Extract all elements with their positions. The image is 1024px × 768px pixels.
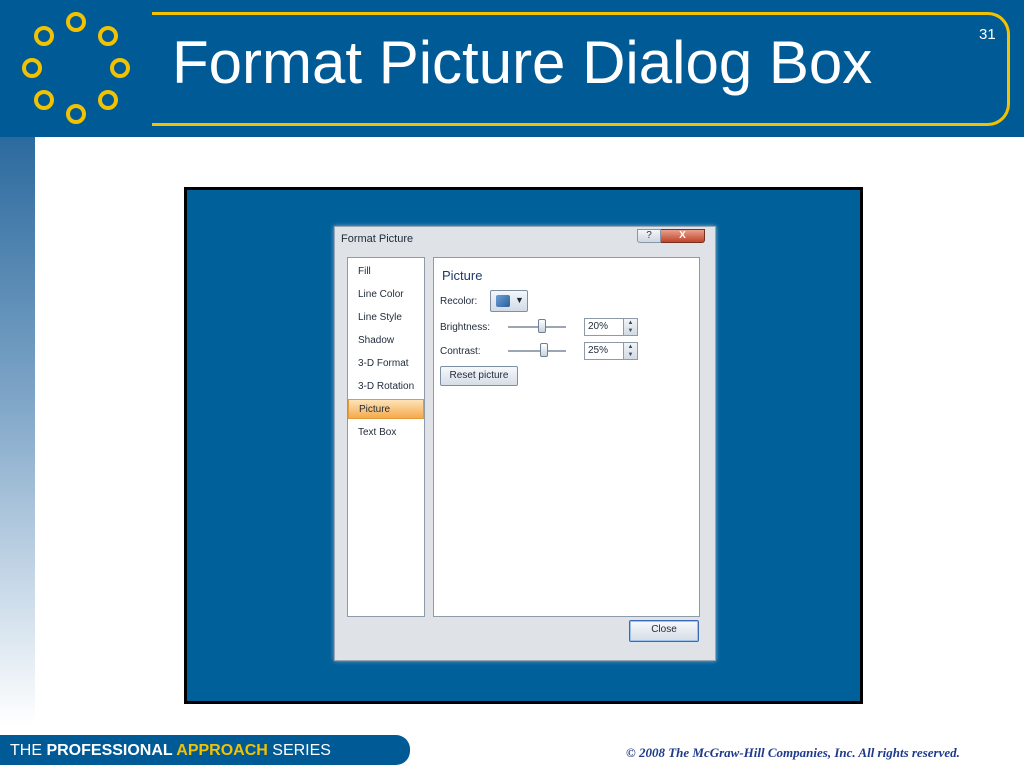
series-series: SERIES (267, 742, 331, 759)
category-shadow[interactable]: Shadow (348, 331, 424, 351)
category-text-box[interactable]: Text Box (348, 423, 424, 443)
contrast-value: 25% (588, 345, 609, 356)
dialog-controls: ? X (637, 229, 705, 243)
series-the: THE (10, 742, 47, 759)
category-list: Fill Line Color Line Style Shadow 3-D Fo… (347, 257, 425, 617)
brightness-slider-thumb[interactable] (538, 319, 546, 333)
gold-circles-logo (22, 12, 130, 124)
contrast-label: Contrast: (440, 346, 481, 357)
close-button[interactable]: Close (629, 620, 699, 642)
category-3d-rotation[interactable]: 3-D Rotation (348, 377, 424, 397)
category-line-color[interactable]: Line Color (348, 285, 424, 305)
series-label: THE PROFESSIONAL APPROACH SERIES (10, 742, 331, 760)
recolor-icon (496, 295, 510, 307)
picture-panel: Picture Recolor: ▼ Brightness: 20% ▲ ▼ Co… (433, 257, 700, 617)
category-line-style[interactable]: Line Style (348, 308, 424, 328)
close-icon[interactable]: X (661, 229, 705, 243)
contrast-slider[interactable] (508, 350, 566, 352)
category-picture[interactable]: Picture (348, 399, 424, 419)
left-gradient-strip (0, 137, 35, 725)
help-icon[interactable]: ? (637, 229, 661, 243)
contrast-slider-thumb[interactable] (540, 343, 548, 357)
recolor-button[interactable]: ▼ (490, 290, 528, 312)
category-3d-format[interactable]: 3-D Format (348, 354, 424, 374)
category-fill[interactable]: Fill (348, 262, 424, 282)
dropdown-arrow-icon: ▼ (515, 295, 524, 305)
recolor-label: Recolor: (440, 296, 478, 307)
format-picture-dialog: Format Picture ? X Fill Line Color Line … (334, 226, 716, 661)
series-approach: APPROACH (172, 742, 268, 759)
contrast-spinner[interactable]: 25% ▲ ▼ (584, 342, 638, 360)
reset-picture-button[interactable]: Reset picture (440, 366, 518, 386)
brightness-spinner[interactable]: 20% ▲ ▼ (584, 318, 638, 336)
dialog-title: Format Picture (341, 233, 414, 245)
brightness-label: Brightness: (440, 322, 491, 333)
copyright-notice: © 2008 The McGraw-Hill Companies, Inc. A… (626, 745, 960, 760)
slide-number: 31 (979, 26, 996, 43)
slide-title: Format Picture Dialog Box (172, 29, 873, 96)
spin-arrows-icon[interactable]: ▲ ▼ (623, 319, 637, 335)
brightness-slider[interactable] (508, 326, 566, 328)
panel-heading: Picture (442, 268, 483, 283)
brightness-value: 20% (588, 321, 609, 332)
series-professional: PROFESSIONAL (46, 742, 173, 759)
spin-arrows-icon[interactable]: ▲ ▼ (623, 343, 637, 359)
